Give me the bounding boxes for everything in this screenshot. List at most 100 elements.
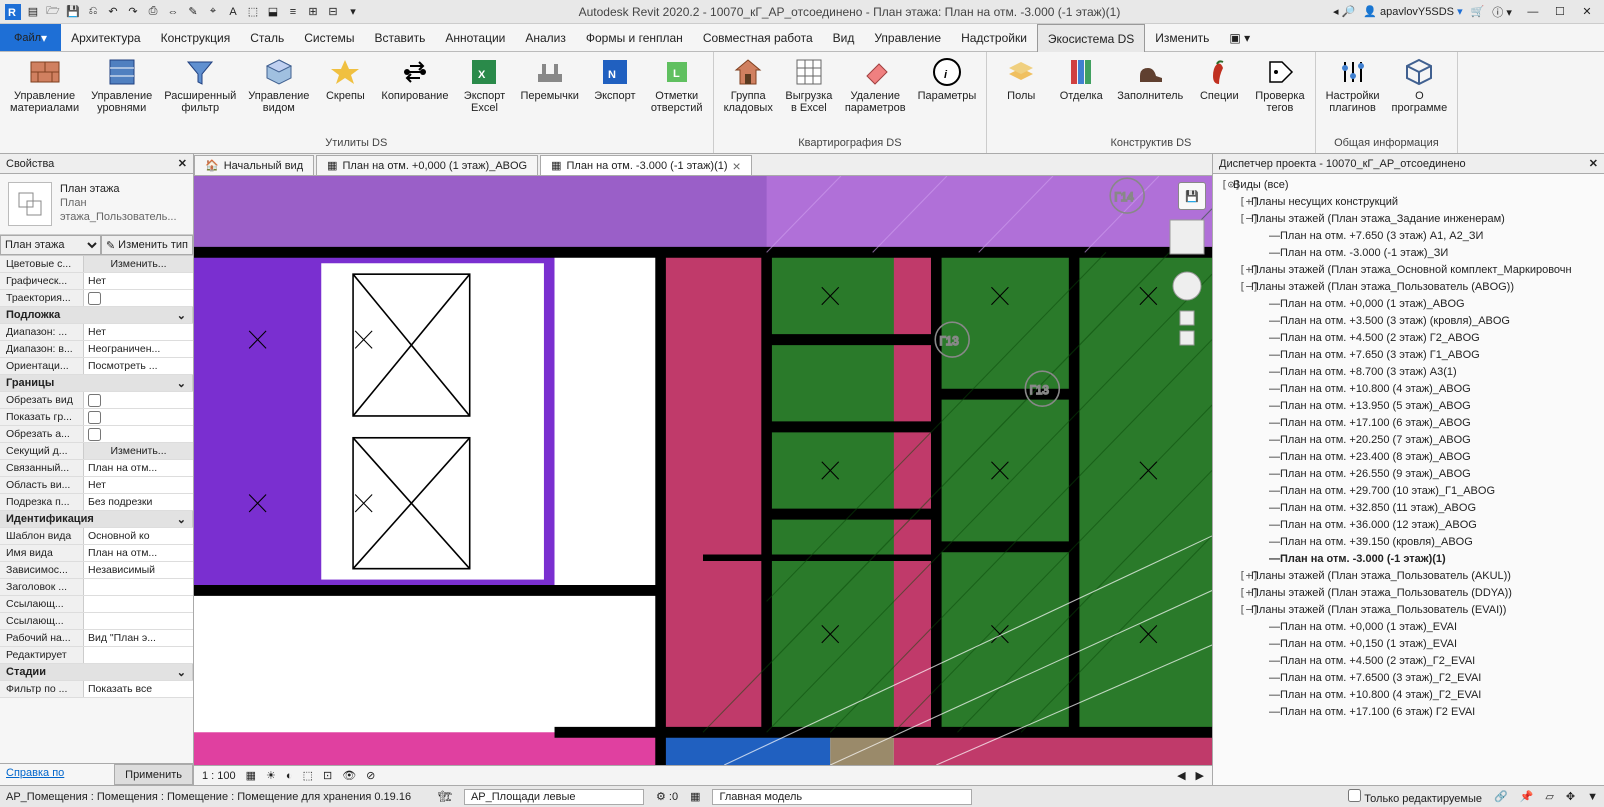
ribbon-cube[interactable]: Опрограмме xyxy=(1388,54,1452,116)
ribbon-bricks[interactable]: Управлениематериалами xyxy=(6,54,83,116)
scale-label[interactable]: 1 : 100 xyxy=(202,770,236,782)
property-row[interactable]: Ориентаци...Посмотреть ... xyxy=(0,358,193,375)
menu-вид[interactable]: Вид xyxy=(823,24,865,51)
tree-node[interactable]: — План на отм. +26.550 (9 этаж)_ABOG xyxy=(1213,465,1604,482)
ribbon-tag[interactable]: Проверкатегов xyxy=(1251,54,1308,116)
help-icon[interactable]: ⓘ ▾ xyxy=(1492,4,1512,20)
menu-надстройки[interactable]: Надстройки xyxy=(951,24,1037,51)
tree-node[interactable]: — План на отм. +32.850 (11 этаж)_ABOG xyxy=(1213,499,1604,516)
ribbon-navis[interactable]: NЭкспорт xyxy=(587,54,643,104)
property-row[interactable]: Заголовок ... xyxy=(0,579,193,596)
select-links-icon[interactable]: 🔗 xyxy=(1494,790,1508,803)
model-selector[interactable]: Главная модель xyxy=(712,789,972,805)
menu-экосистема ds[interactable]: Экосистема DS xyxy=(1037,24,1145,52)
3d-icon[interactable]: ⬚ xyxy=(244,3,262,21)
property-row[interactable]: Рабочий на...Вид "План э... xyxy=(0,630,193,647)
property-row[interactable]: Подрезка п...Без подрезки xyxy=(0,494,193,511)
sync-icon[interactable]: ⎌ xyxy=(84,3,102,21)
tree-node[interactable]: [+] Планы несущих конструкций xyxy=(1213,193,1604,210)
dim-icon[interactable]: ✎ xyxy=(184,3,202,21)
tree-node[interactable]: — План на отм. +10.800 (4 этаж)_Г2_EVAI xyxy=(1213,686,1604,703)
menu-анализ[interactable]: Анализ xyxy=(515,24,576,51)
tree-node[interactable]: — План на отм. -3.000 (-1 этаж)_ЗИ xyxy=(1213,244,1604,261)
select-face-icon[interactable]: ▱ xyxy=(1545,790,1553,803)
tree-node[interactable]: — План на отм. +29.700 (10 этаж)_Г1_ABOG xyxy=(1213,482,1604,499)
workset-icon[interactable]: 🏗 xyxy=(438,790,452,803)
tree-node[interactable]: — План на отм. +3.500 (3 этаж) (кровля)_… xyxy=(1213,312,1604,329)
section-icon[interactable]: ⬓ xyxy=(264,3,282,21)
property-row[interactable]: Зависимос...Независимый xyxy=(0,562,193,579)
property-row[interactable]: Фильтр по ...Показать все xyxy=(0,681,193,698)
property-row[interactable]: Ссылающ... xyxy=(0,596,193,613)
maximize-button[interactable]: ☐ xyxy=(1549,2,1571,20)
tree-node[interactable]: — План на отм. -3.000 (-1 этаж)(1) xyxy=(1213,550,1604,567)
tree-node[interactable]: — План на отм. +23.400 (8 этаж)_ABOG xyxy=(1213,448,1604,465)
tree-node[interactable]: — План на отм. +7.6500 (3 этаж)_Г2_EVAI xyxy=(1213,669,1604,686)
tree-node[interactable]: — План на отм. +20.250 (7 этаж)_ABOG xyxy=(1213,431,1604,448)
tree-node[interactable]: [+] Планы этажей (План этажа_Основной ко… xyxy=(1213,261,1604,278)
visual-icon[interactable]: ☀ xyxy=(266,769,276,782)
property-row[interactable]: Диапазон: ...Нет xyxy=(0,324,193,341)
ribbon-collapse[interactable]: ▣ ▾ xyxy=(1219,24,1260,51)
scroll-left-icon[interactable]: ◀ xyxy=(1177,769,1185,782)
tree-node[interactable]: [⊙] Виды (все) xyxy=(1213,176,1604,193)
model-icon[interactable]: ▦ xyxy=(690,790,700,803)
property-row[interactable]: Область ви...Нет xyxy=(0,477,193,494)
dropdown-icon[interactable]: ▾ xyxy=(344,3,362,21)
property-row[interactable]: Показать гр... xyxy=(0,409,193,426)
workset-selector[interactable]: АР_Площади левые xyxy=(464,789,644,805)
menu-совместная работа[interactable]: Совместная работа xyxy=(693,24,823,51)
tree-node[interactable]: [+] Планы этажей (План этажа_Пользовател… xyxy=(1213,584,1604,601)
tree-node[interactable]: — План на отм. +0,150 (1 этаж)_EVAI xyxy=(1213,635,1604,652)
ribbon-books[interactable]: Отделка xyxy=(1053,54,1109,104)
save-icon[interactable]: 💾 xyxy=(64,3,82,21)
ribbon-excel[interactable]: XЭкспортExcel xyxy=(456,54,512,116)
tree-node[interactable]: — План на отм. +7.650 (3 этаж) А1, А2_ЗИ xyxy=(1213,227,1604,244)
help-link[interactable]: Справка по xyxy=(0,764,114,785)
property-row[interactable]: Шаблон видаОсновной ко xyxy=(0,528,193,545)
file-menu[interactable]: Файл ▾ xyxy=(0,24,61,51)
tree-node[interactable]: [+] Планы этажей (План этажа_Пользовател… xyxy=(1213,567,1604,584)
edit-type-button[interactable]: ✎ Изменить тип xyxy=(101,235,193,255)
tree-node[interactable]: — План на отм. +36.000 (12 этаж)_ABOG xyxy=(1213,516,1604,533)
reveal-icon[interactable]: ⊘ xyxy=(366,769,375,782)
scroll-right-icon[interactable]: ▶ xyxy=(1196,769,1204,782)
close-icon[interactable]: ✕ xyxy=(178,157,187,170)
drawing-canvas[interactable]: Г13 Г13 Г14 💾 xyxy=(194,176,1212,765)
property-row[interactable]: Редактирует xyxy=(0,647,193,664)
redo-icon[interactable]: ↷ xyxy=(124,3,142,21)
property-row[interactable]: Цветовые с...Изменить... xyxy=(0,256,193,273)
browser-tree[interactable]: [⊙] Виды (все)[+] Планы несущих конструк… xyxy=(1213,174,1604,785)
print-icon[interactable]: ⎙ xyxy=(144,3,162,21)
close-icon[interactable]: ✕ xyxy=(1589,157,1598,170)
close-icon[interactable]: × xyxy=(733,158,741,174)
ribbon-star[interactable]: Скрепы xyxy=(317,54,373,104)
editable-only-checkbox[interactable]: Только редактируемые xyxy=(1348,789,1482,805)
view-tab[interactable]: ▦ План на отм. -3.000 (-1 этаж)(1) × xyxy=(540,155,752,175)
menu-вставить[interactable]: Вставить xyxy=(365,24,436,51)
property-row[interactable]: Секущий д...Изменить... xyxy=(0,443,193,460)
tree-node[interactable]: — План на отм. +4.500 (2 этаж)_Г2_EVAI xyxy=(1213,652,1604,669)
view-tab[interactable]: 🏠 Начальный вид xyxy=(194,155,314,175)
property-row[interactable]: Траектория... xyxy=(0,290,193,307)
menu-формы и генплан[interactable]: Формы и генплан xyxy=(576,24,693,51)
menu-конструкция[interactable]: Конструкция xyxy=(151,24,241,51)
navigation-bar[interactable] xyxy=(1166,216,1208,366)
property-row[interactable]: Ссылающ... xyxy=(0,613,193,630)
undo-icon[interactable]: ↶ xyxy=(104,3,122,21)
ribbon-arrows[interactable]: Копирование xyxy=(377,54,452,104)
hide-icon[interactable]: 👁 xyxy=(342,769,356,782)
thin-icon[interactable]: ≡ xyxy=(284,3,302,21)
user-label[interactable]: 👤 apavlovY5SDS ▾ xyxy=(1363,5,1462,18)
ribbon-funnel[interactable]: Расширенныйфильтр xyxy=(160,54,240,116)
measure-icon[interactable]: ⇔ xyxy=(164,3,182,21)
tree-node[interactable]: [−] Планы этажей (План этажа_Пользовател… xyxy=(1213,278,1604,295)
tree-node[interactable]: — План на отм. +17.100 (6 этаж) Г2 EVAI xyxy=(1213,703,1604,720)
menu-архитектура[interactable]: Архитектура xyxy=(61,24,151,51)
property-row[interactable]: Связанный...План на отм... xyxy=(0,460,193,477)
property-category[interactable]: Подложка⌄ xyxy=(0,307,193,324)
detail-icon[interactable]: ▦ xyxy=(246,769,256,782)
tree-node[interactable]: — План на отм. +0,000 (1 этаж)_ABOG xyxy=(1213,295,1604,312)
property-category[interactable]: Границы⌄ xyxy=(0,375,193,392)
tree-node[interactable]: — План на отм. +13.950 (5 этаж)_ABOG xyxy=(1213,397,1604,414)
